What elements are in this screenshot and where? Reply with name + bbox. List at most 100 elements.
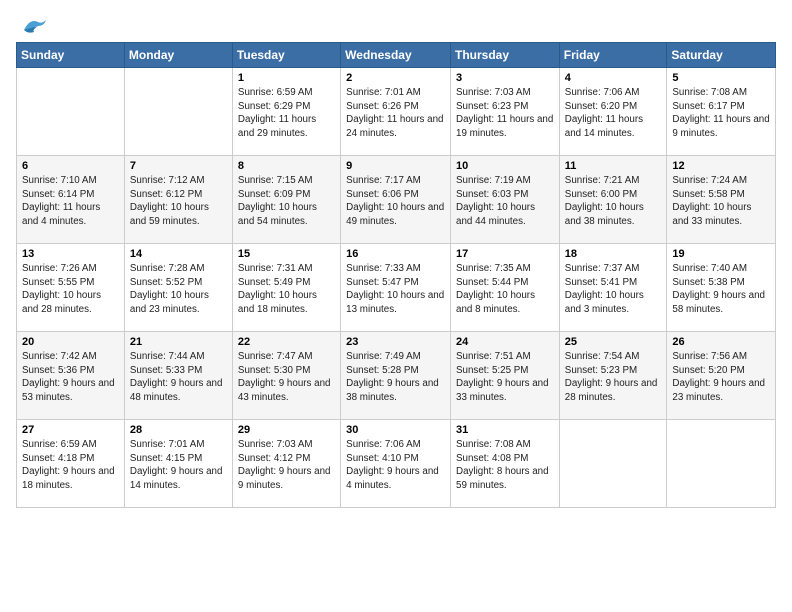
table-row: 22 Sunrise: 7:47 AM Sunset: 5:30 PM Dayl… bbox=[232, 332, 340, 420]
table-row: 31 Sunrise: 7:08 AM Sunset: 4:08 PM Dayl… bbox=[451, 420, 560, 508]
table-row: 17 Sunrise: 7:35 AM Sunset: 5:44 PM Dayl… bbox=[451, 244, 560, 332]
sunrise-text: Sunrise: 6:59 AM bbox=[238, 87, 313, 98]
sunset-text: Sunset: 5:33 PM bbox=[130, 365, 202, 376]
sunset-text: Sunset: 6:23 PM bbox=[456, 101, 528, 112]
table-row: 24 Sunrise: 7:51 AM Sunset: 5:25 PM Dayl… bbox=[451, 332, 560, 420]
day-number: 29 bbox=[238, 424, 335, 436]
sunrise-text: Sunrise: 7:37 AM bbox=[565, 263, 640, 274]
calendar-week-row: 27 Sunrise: 6:59 AM Sunset: 4:18 PM Dayl… bbox=[17, 420, 776, 508]
day-number: 24 bbox=[456, 336, 554, 348]
sunset-text: Sunset: 5:44 PM bbox=[456, 277, 528, 288]
table-row: 10 Sunrise: 7:19 AM Sunset: 6:03 PM Dayl… bbox=[451, 156, 560, 244]
day-info: Sunrise: 7:19 AM Sunset: 6:03 PM Dayligh… bbox=[456, 174, 554, 229]
sunset-text: Sunset: 6:17 PM bbox=[672, 101, 744, 112]
sunrise-text: Sunrise: 7:15 AM bbox=[238, 175, 313, 186]
sunrise-text: Sunrise: 7:28 AM bbox=[130, 263, 205, 274]
sunrise-text: Sunrise: 7:12 AM bbox=[130, 175, 205, 186]
day-info: Sunrise: 7:12 AM Sunset: 6:12 PM Dayligh… bbox=[130, 174, 227, 229]
table-row bbox=[17, 68, 125, 156]
sunset-text: Sunset: 5:58 PM bbox=[672, 189, 744, 200]
day-number: 16 bbox=[346, 248, 445, 260]
day-number: 15 bbox=[238, 248, 335, 260]
col-wednesday: Wednesday bbox=[341, 43, 451, 68]
sunrise-text: Sunrise: 7:54 AM bbox=[565, 351, 640, 362]
day-number: 14 bbox=[130, 248, 227, 260]
sunrise-text: Sunrise: 7:06 AM bbox=[565, 87, 640, 98]
table-row: 16 Sunrise: 7:33 AM Sunset: 5:47 PM Dayl… bbox=[341, 244, 451, 332]
calendar-week-row: 6 Sunrise: 7:10 AM Sunset: 6:14 PM Dayli… bbox=[17, 156, 776, 244]
sunrise-text: Sunrise: 7:51 AM bbox=[456, 351, 531, 362]
sunset-text: Sunset: 5:47 PM bbox=[346, 277, 418, 288]
day-number: 27 bbox=[22, 424, 119, 436]
daylight-text: Daylight: 9 hours and 14 minutes. bbox=[130, 466, 223, 491]
sunset-text: Sunset: 6:29 PM bbox=[238, 101, 310, 112]
sunrise-text: Sunrise: 6:59 AM bbox=[22, 439, 97, 450]
day-number: 6 bbox=[22, 160, 119, 172]
sunset-text: Sunset: 5:38 PM bbox=[672, 277, 744, 288]
day-info: Sunrise: 7:03 AM Sunset: 4:12 PM Dayligh… bbox=[238, 438, 335, 493]
day-info: Sunrise: 7:17 AM Sunset: 6:06 PM Dayligh… bbox=[346, 174, 445, 229]
day-number: 1 bbox=[238, 72, 335, 84]
table-row: 9 Sunrise: 7:17 AM Sunset: 6:06 PM Dayli… bbox=[341, 156, 451, 244]
day-info: Sunrise: 7:31 AM Sunset: 5:49 PM Dayligh… bbox=[238, 262, 335, 317]
sunset-text: Sunset: 6:09 PM bbox=[238, 189, 310, 200]
table-row bbox=[559, 420, 667, 508]
day-number: 11 bbox=[565, 160, 662, 172]
table-row: 7 Sunrise: 7:12 AM Sunset: 6:12 PM Dayli… bbox=[124, 156, 232, 244]
table-row: 21 Sunrise: 7:44 AM Sunset: 5:33 PM Dayl… bbox=[124, 332, 232, 420]
day-info: Sunrise: 7:33 AM Sunset: 5:47 PM Dayligh… bbox=[346, 262, 445, 317]
col-monday: Monday bbox=[124, 43, 232, 68]
sunrise-text: Sunrise: 7:31 AM bbox=[238, 263, 313, 274]
table-row: 27 Sunrise: 6:59 AM Sunset: 4:18 PM Dayl… bbox=[17, 420, 125, 508]
daylight-text: Daylight: 10 hours and 33 minutes. bbox=[672, 202, 751, 227]
table-row: 18 Sunrise: 7:37 AM Sunset: 5:41 PM Dayl… bbox=[559, 244, 667, 332]
daylight-text: Daylight: 10 hours and 3 minutes. bbox=[565, 290, 644, 315]
col-tuesday: Tuesday bbox=[232, 43, 340, 68]
day-info: Sunrise: 7:54 AM Sunset: 5:23 PM Dayligh… bbox=[565, 350, 662, 405]
sunrise-text: Sunrise: 7:03 AM bbox=[238, 439, 313, 450]
daylight-text: Daylight: 9 hours and 53 minutes. bbox=[22, 378, 115, 403]
daylight-text: Daylight: 9 hours and 48 minutes. bbox=[130, 378, 223, 403]
day-info: Sunrise: 7:10 AM Sunset: 6:14 PM Dayligh… bbox=[22, 174, 119, 229]
table-row: 3 Sunrise: 7:03 AM Sunset: 6:23 PM Dayli… bbox=[451, 68, 560, 156]
table-row: 8 Sunrise: 7:15 AM Sunset: 6:09 PM Dayli… bbox=[232, 156, 340, 244]
sunset-text: Sunset: 5:49 PM bbox=[238, 277, 310, 288]
daylight-text: Daylight: 9 hours and 4 minutes. bbox=[346, 466, 439, 491]
sunset-text: Sunset: 6:00 PM bbox=[565, 189, 637, 200]
table-row: 20 Sunrise: 7:42 AM Sunset: 5:36 PM Dayl… bbox=[17, 332, 125, 420]
sunrise-text: Sunrise: 7:10 AM bbox=[22, 175, 97, 186]
daylight-text: Daylight: 11 hours and 29 minutes. bbox=[238, 114, 316, 139]
daylight-text: Daylight: 11 hours and 19 minutes. bbox=[456, 114, 553, 139]
sunset-text: Sunset: 6:26 PM bbox=[346, 101, 418, 112]
sunset-text: Sunset: 4:18 PM bbox=[22, 453, 94, 464]
day-number: 30 bbox=[346, 424, 445, 436]
sunrise-text: Sunrise: 7:01 AM bbox=[130, 439, 205, 450]
table-row: 1 Sunrise: 6:59 AM Sunset: 6:29 PM Dayli… bbox=[232, 68, 340, 156]
daylight-text: Daylight: 11 hours and 14 minutes. bbox=[565, 114, 643, 139]
day-number: 26 bbox=[672, 336, 770, 348]
col-sunday: Sunday bbox=[17, 43, 125, 68]
day-number: 2 bbox=[346, 72, 445, 84]
daylight-text: Daylight: 11 hours and 9 minutes. bbox=[672, 114, 769, 139]
sunset-text: Sunset: 5:36 PM bbox=[22, 365, 94, 376]
logo-bird-icon bbox=[20, 16, 48, 38]
table-row: 13 Sunrise: 7:26 AM Sunset: 5:55 PM Dayl… bbox=[17, 244, 125, 332]
daylight-text: Daylight: 9 hours and 18 minutes. bbox=[22, 466, 115, 491]
sunset-text: Sunset: 4:08 PM bbox=[456, 453, 528, 464]
day-number: 8 bbox=[238, 160, 335, 172]
day-info: Sunrise: 7:37 AM Sunset: 5:41 PM Dayligh… bbox=[565, 262, 662, 317]
sunrise-text: Sunrise: 7:06 AM bbox=[346, 439, 421, 450]
daylight-text: Daylight: 9 hours and 23 minutes. bbox=[672, 378, 765, 403]
daylight-text: Daylight: 10 hours and 44 minutes. bbox=[456, 202, 535, 227]
sunset-text: Sunset: 6:12 PM bbox=[130, 189, 202, 200]
daylight-text: Daylight: 10 hours and 23 minutes. bbox=[130, 290, 209, 315]
day-info: Sunrise: 7:06 AM Sunset: 6:20 PM Dayligh… bbox=[565, 86, 662, 141]
sunset-text: Sunset: 6:20 PM bbox=[565, 101, 637, 112]
daylight-text: Daylight: 10 hours and 49 minutes. bbox=[346, 202, 444, 227]
sunrise-text: Sunrise: 7:21 AM bbox=[565, 175, 640, 186]
sunrise-text: Sunrise: 7:03 AM bbox=[456, 87, 531, 98]
day-number: 10 bbox=[456, 160, 554, 172]
day-info: Sunrise: 7:28 AM Sunset: 5:52 PM Dayligh… bbox=[130, 262, 227, 317]
daylight-text: Daylight: 10 hours and 18 minutes. bbox=[238, 290, 317, 315]
daylight-text: Daylight: 10 hours and 13 minutes. bbox=[346, 290, 444, 315]
